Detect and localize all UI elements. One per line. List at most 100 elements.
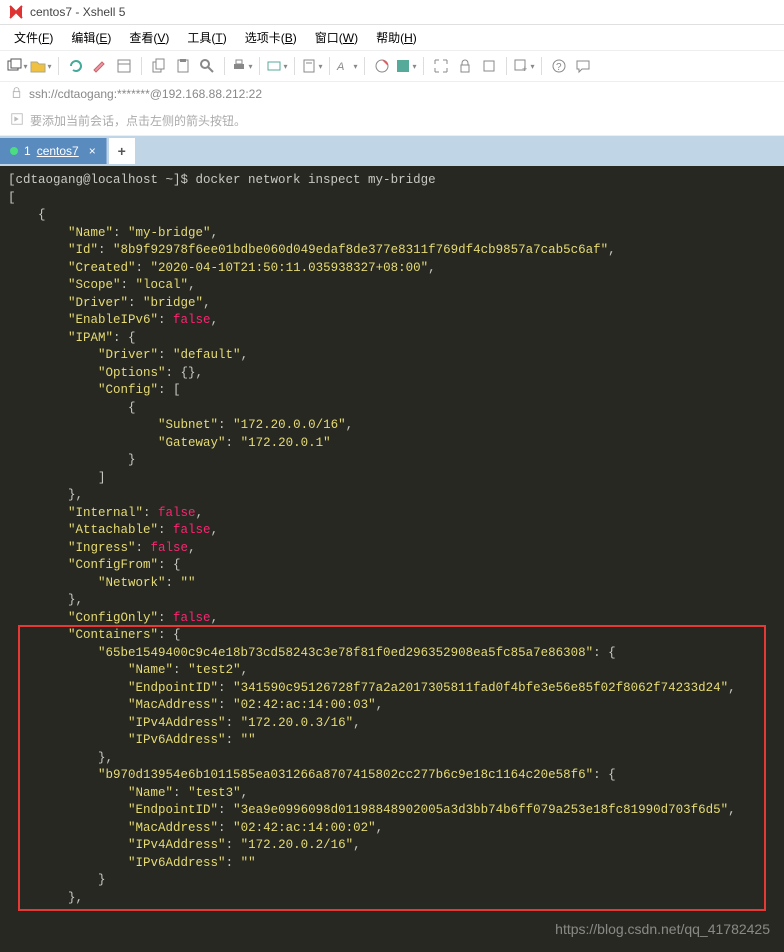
script-button[interactable]: ▾: [301, 55, 323, 77]
feedback-button[interactable]: [572, 55, 594, 77]
address-bar: ssh://cdtaogang:*******@192.168.88.212:2…: [0, 82, 784, 106]
terminal-line: {: [0, 400, 784, 418]
tab-centos7[interactable]: 1 centos7 ×: [0, 138, 107, 164]
terminal-line: "Name": "test3",: [0, 785, 784, 803]
add-tab-button[interactable]: +: [109, 138, 135, 164]
terminal-line: },: [0, 487, 784, 505]
reconnect-button[interactable]: [65, 55, 87, 77]
lock-icon: [10, 86, 23, 102]
terminal-line: "Gateway": "172.20.0.1": [0, 435, 784, 453]
terminal-line: "Driver": "bridge",: [0, 295, 784, 313]
titlebar: centos7 - Xshell 5: [0, 0, 784, 25]
properties-button[interactable]: [113, 55, 135, 77]
menu-b[interactable]: 选项卡(B): [239, 27, 303, 48]
terminal-line: },: [0, 592, 784, 610]
terminal-line: "Driver": "default",: [0, 347, 784, 365]
encoding-button[interactable]: A▾: [336, 55, 358, 77]
terminal-line: "b970d13954e6b1011585ea031266a8707415802…: [0, 767, 784, 785]
arrow-right-icon[interactable]: [10, 112, 24, 129]
svg-text:?: ?: [556, 62, 562, 73]
toolbar-separator: [364, 57, 365, 75]
terminal-line: "Created": "2020-04-10T21:50:11.03593832…: [0, 260, 784, 278]
menu-f[interactable]: 文件(F): [8, 27, 59, 48]
print-button[interactable]: ▾: [231, 55, 253, 77]
toolbar-separator: [294, 57, 295, 75]
terminal-line: "IPv4Address": "172.20.0.2/16",: [0, 837, 784, 855]
terminal-line: "Name": "my-bridge",: [0, 225, 784, 243]
terminal-line: "Scope": "local",: [0, 277, 784, 295]
color-button[interactable]: [371, 55, 393, 77]
new-session-button[interactable]: ▾: [6, 55, 28, 77]
copy-button[interactable]: [148, 55, 170, 77]
terminal-line: }: [0, 452, 784, 470]
always-on-top-button[interactable]: [478, 55, 500, 77]
terminal-line: },: [0, 750, 784, 768]
svg-text:A: A: [336, 61, 344, 73]
edit-button[interactable]: [89, 55, 111, 77]
terminal-line: "MacAddress": "02:42:ac:14:00:03",: [0, 697, 784, 715]
terminal-line: }: [0, 872, 784, 890]
menubar: 文件(F) 编辑(E) 查看(V) 工具(T) 选项卡(B) 窗口(W) 帮助(H): [0, 25, 784, 50]
color-scheme-button[interactable]: ▾: [395, 55, 417, 77]
find-button[interactable]: [196, 55, 218, 77]
menu-t[interactable]: 工具(T): [181, 27, 232, 48]
svg-text:+: +: [522, 64, 527, 74]
fullscreen-button[interactable]: [430, 55, 452, 77]
toolbar: ▾ ▾ ▾ ▾ ▾ A▾ ▾ +▾ ?: [0, 50, 784, 82]
terminal-line: "Config": [: [0, 382, 784, 400]
terminal-line: },: [0, 890, 784, 908]
toolbar-separator: [141, 57, 142, 75]
address-text[interactable]: ssh://cdtaogang:*******@192.168.88.212:2…: [29, 87, 262, 101]
terminal-line: "65be1549400c9c4e18b73cd58243c3e78f81f0e…: [0, 645, 784, 663]
paste-button[interactable]: [172, 55, 194, 77]
terminal-line: "IPv6Address": "": [0, 855, 784, 873]
toolbar-separator: [506, 57, 507, 75]
lock-button[interactable]: [454, 55, 476, 77]
help-button[interactable]: ?: [548, 55, 570, 77]
toolbar-separator: [58, 57, 59, 75]
toolbar-separator: [423, 57, 424, 75]
menu-w[interactable]: 窗口(W): [309, 27, 364, 48]
watermark: https://blog.csdn.net/qq_41782425: [555, 920, 770, 940]
terminal-line: "ConfigOnly": false,: [0, 610, 784, 628]
terminal-line: "Name": "test2",: [0, 662, 784, 680]
terminal[interactable]: [cdtaogang@localhost ~]$ docker network …: [0, 166, 784, 952]
xshell-app-icon: [8, 4, 24, 20]
terminal-line: "Network": "": [0, 575, 784, 593]
window-title: centos7 - Xshell 5: [30, 5, 125, 19]
terminal-line: [: [0, 190, 784, 208]
new-window-button[interactable]: +▾: [513, 55, 535, 77]
tab-label: centos7: [37, 144, 79, 158]
terminal-line: "Attachable": false,: [0, 522, 784, 540]
tab-strip: 1 centos7 × +: [0, 136, 784, 166]
open-button[interactable]: ▾: [30, 55, 52, 77]
terminal-line: "IPAM": {: [0, 330, 784, 348]
toolbar-separator: [329, 57, 330, 75]
terminal-line: "EndpointID": "341590c95126728f77a2a2017…: [0, 680, 784, 698]
terminal-line: "Ingress": false,: [0, 540, 784, 558]
terminal-line: "Subnet": "172.20.0.0/16",: [0, 417, 784, 435]
terminal-line: "MacAddress": "02:42:ac:14:00:02",: [0, 820, 784, 838]
hint-text: 要添加当前会话，点击左侧的箭头按钮。: [30, 112, 246, 129]
menu-e[interactable]: 编辑(E): [65, 27, 117, 48]
hint-bar: 要添加当前会话，点击左侧的箭头按钮。: [0, 106, 784, 136]
terminal-line: [cdtaogang@localhost ~]$ docker network …: [0, 172, 784, 190]
terminal-line: "EnableIPv6": false,: [0, 312, 784, 330]
menu-h[interactable]: 帮助(H): [370, 27, 423, 48]
terminal-line: "Id": "8b9f92978f6ee01bdbe060d049edaf8de…: [0, 242, 784, 260]
terminal-line: "EndpointID": "3ea9e0996098d011988489020…: [0, 802, 784, 820]
terminal-line: ]: [0, 470, 784, 488]
connection-status-icon: [10, 147, 18, 155]
toolbar-separator: [541, 57, 542, 75]
terminal-line: "Options": {},: [0, 365, 784, 383]
tab-index: 1: [24, 144, 31, 158]
terminal-line: "ConfigFrom": {: [0, 557, 784, 575]
toolbar-separator: [224, 57, 225, 75]
toolbar-separator: [259, 57, 260, 75]
terminal-line: {: [0, 207, 784, 225]
terminal-line: "Internal": false,: [0, 505, 784, 523]
tab-close-button[interactable]: ×: [89, 144, 96, 158]
transfer-button[interactable]: ▾: [266, 55, 288, 77]
terminal-line: "Containers": {: [0, 627, 784, 645]
menu-v[interactable]: 查看(V): [123, 27, 175, 48]
